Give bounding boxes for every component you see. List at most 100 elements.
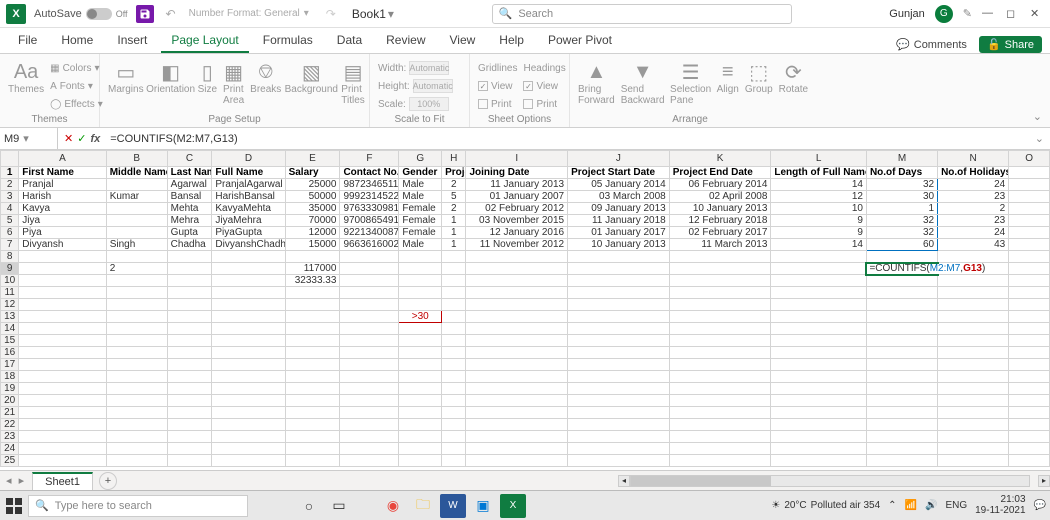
bring-forward-button[interactable]: ▲Bring Forward xyxy=(578,60,615,106)
breaks-button[interactable]: ⎊Breaks xyxy=(250,60,281,95)
cell[interactable]: Kavya xyxy=(19,203,106,215)
tray-chevron-icon[interactable]: ⌃ xyxy=(888,500,896,511)
cell[interactable] xyxy=(285,443,340,455)
row-header[interactable]: 23 xyxy=(1,431,19,443)
cell[interactable] xyxy=(106,287,167,299)
cell[interactable] xyxy=(466,287,568,299)
cell[interactable] xyxy=(568,455,670,467)
cell[interactable]: 02 April 2008 xyxy=(669,191,771,203)
cell[interactable]: Gender xyxy=(399,167,442,179)
cell[interactable] xyxy=(106,371,167,383)
cell[interactable] xyxy=(106,311,167,323)
cell[interactable] xyxy=(19,383,106,395)
cell[interactable]: 02 February 2012 xyxy=(466,203,568,215)
cell[interactable] xyxy=(167,419,212,431)
cell[interactable] xyxy=(938,359,1009,371)
cell[interactable] xyxy=(866,395,937,407)
cell[interactable]: 10 January 2013 xyxy=(669,203,771,215)
redo-button[interactable]: ↷ xyxy=(326,7,336,21)
cell[interactable] xyxy=(340,287,399,299)
cell[interactable] xyxy=(212,407,285,419)
cell[interactable] xyxy=(771,335,867,347)
headings-view[interactable]: ✓ View xyxy=(523,78,565,94)
row-header[interactable]: 19 xyxy=(1,383,19,395)
inline-formula-editor[interactable]: =COUNTIFS(M2:M7,G13) xyxy=(867,264,967,274)
cell[interactable] xyxy=(938,311,1009,323)
cell[interactable]: Full Name xyxy=(212,167,285,179)
cell[interactable] xyxy=(399,347,442,359)
cell[interactable] xyxy=(466,455,568,467)
sheet-tab-sheet1[interactable]: Sheet1 xyxy=(32,472,93,490)
cell[interactable] xyxy=(399,419,442,431)
row-header[interactable]: 17 xyxy=(1,359,19,371)
cell[interactable] xyxy=(938,251,1009,263)
cell[interactable] xyxy=(669,323,771,335)
cell[interactable]: Length of Full Names xyxy=(771,167,867,179)
cell[interactable] xyxy=(285,455,340,467)
workbook-name[interactable]: Book1▾ xyxy=(344,7,402,21)
col-header[interactable]: C xyxy=(167,151,212,167)
cell[interactable]: 23 xyxy=(938,191,1009,203)
cell[interactable] xyxy=(938,299,1009,311)
chrome-icon[interactable]: ◉ xyxy=(380,494,406,518)
cell[interactable]: 12 xyxy=(771,191,867,203)
cell[interactable] xyxy=(167,359,212,371)
row-header[interactable]: 6 xyxy=(1,227,19,239)
cell[interactable] xyxy=(568,335,670,347)
cell[interactable]: KavyaMehta xyxy=(212,203,285,215)
cell[interactable] xyxy=(19,347,106,359)
cell[interactable] xyxy=(399,287,442,299)
cell[interactable]: 43 xyxy=(938,239,1009,251)
spreadsheet-grid[interactable]: ABCDEFGHIJKLMNO 1First NameMiddle NameLa… xyxy=(0,150,1050,467)
col-header[interactable]: I xyxy=(466,151,568,167)
align-button[interactable]: ≡Align xyxy=(717,60,739,95)
cell[interactable] xyxy=(771,359,867,371)
volume-icon[interactable]: 🔊 xyxy=(925,500,937,511)
ribbon-collapse-button[interactable]: ⌄ xyxy=(1033,110,1042,123)
cell[interactable] xyxy=(442,455,466,467)
cell[interactable] xyxy=(167,311,212,323)
send-backward-button[interactable]: ▼Send Backward xyxy=(621,60,665,106)
cell[interactable] xyxy=(19,395,106,407)
cell[interactable]: JiyaMehra xyxy=(212,215,285,227)
cell[interactable] xyxy=(669,311,771,323)
cell[interactable] xyxy=(285,359,340,371)
cell[interactable]: Projects xyxy=(442,167,466,179)
cell[interactable]: 1 xyxy=(866,203,937,215)
cell[interactable] xyxy=(866,371,937,383)
cell[interactable] xyxy=(771,431,867,443)
cell[interactable]: 14 xyxy=(771,179,867,191)
cell[interactable] xyxy=(340,275,399,287)
cell[interactable]: PiyaGupta xyxy=(212,227,285,239)
cell[interactable]: 10 January 2013 xyxy=(568,239,670,251)
cell[interactable] xyxy=(1009,215,1050,227)
horizontal-scrollbar[interactable] xyxy=(630,475,1030,487)
cell[interactable]: 24 xyxy=(938,227,1009,239)
cell[interactable]: Project End Date xyxy=(669,167,771,179)
cell[interactable]: 12 January 2016 xyxy=(466,227,568,239)
cell[interactable]: 11 March 2013 xyxy=(669,239,771,251)
cell[interactable] xyxy=(340,251,399,263)
selection-pane-button[interactable]: ☰Selection Pane xyxy=(671,60,711,106)
row-header[interactable]: 13 xyxy=(1,311,19,323)
cell[interactable] xyxy=(938,323,1009,335)
cell[interactable] xyxy=(466,347,568,359)
cell[interactable] xyxy=(106,443,167,455)
cell[interactable] xyxy=(866,323,937,335)
cell[interactable] xyxy=(340,431,399,443)
row-header[interactable]: 24 xyxy=(1,443,19,455)
cell[interactable] xyxy=(340,335,399,347)
gridlines-view[interactable]: ✓ View xyxy=(478,78,517,94)
cell[interactable]: 50000 xyxy=(285,191,340,203)
cell[interactable] xyxy=(938,407,1009,419)
cell[interactable]: >30 xyxy=(399,311,442,323)
cell[interactable] xyxy=(771,371,867,383)
cell[interactable] xyxy=(568,347,670,359)
cell[interactable] xyxy=(1009,371,1050,383)
cell[interactable] xyxy=(285,371,340,383)
cell[interactable] xyxy=(938,443,1009,455)
tab-insert[interactable]: Insert xyxy=(107,29,157,53)
number-format-dropdown[interactable]: Number Format: General▾ xyxy=(184,6,314,21)
row-header[interactable]: 7 xyxy=(1,239,19,251)
row-header[interactable]: 25 xyxy=(1,455,19,467)
